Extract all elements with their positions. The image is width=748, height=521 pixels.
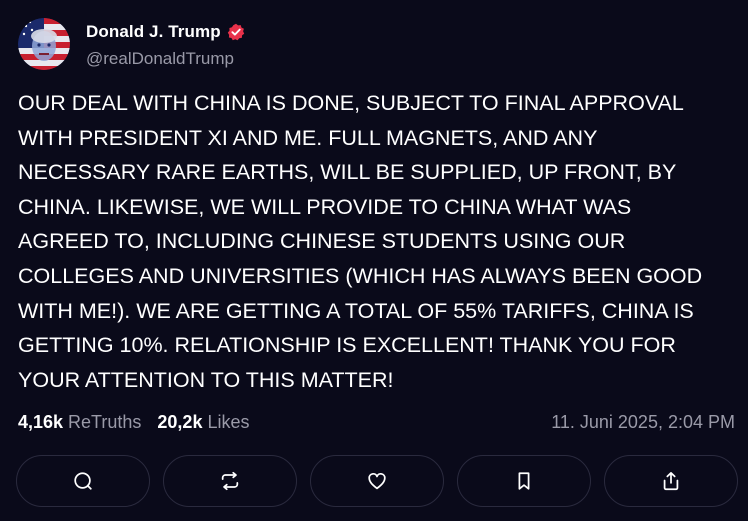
likes-label: Likes [207, 411, 250, 432]
post-meta: 4,16k ReTruths 20,2k Likes 11. Juni 2025… [18, 410, 735, 434]
post-header: Donald J. Trump @realDonaldTrump [18, 18, 245, 70]
action-bar [16, 455, 738, 511]
display-name-row: Donald J. Trump [86, 19, 245, 45]
retruths-count: 4,16k [18, 411, 64, 432]
author-names: Donald J. Trump @realDonaldTrump [86, 19, 245, 69]
verified-badge-icon [227, 23, 245, 41]
heart-icon [368, 472, 386, 490]
display-name[interactable]: Donald J. Trump [86, 22, 221, 42]
share-button[interactable] [604, 455, 738, 507]
post-timestamp: 11. Juni 2025, 2:04 PM [551, 411, 735, 432]
likes-stat[interactable]: 20,2k Likes [157, 412, 249, 433]
avatar[interactable] [18, 18, 70, 70]
retruth-button[interactable] [163, 455, 297, 507]
likes-count: 20,2k [157, 411, 203, 432]
post-text: OUR DEAL WITH CHINA IS DONE, SUBJECT TO … [18, 91, 703, 392]
avatar-image [18, 18, 70, 70]
reply-icon [74, 472, 92, 490]
retruths-label: ReTruths [68, 411, 142, 432]
truth-post: Donald J. Trump @realDonaldTrump OUR DEA… [0, 0, 748, 521]
author-handle[interactable]: @realDonaldTrump [86, 49, 245, 69]
bookmark-icon [518, 472, 530, 490]
share-icon [663, 472, 679, 491]
reply-button[interactable] [16, 455, 150, 507]
retruth-icon [221, 471, 239, 491]
bookmark-button[interactable] [457, 455, 591, 507]
like-button[interactable] [310, 455, 444, 507]
retruths-stat[interactable]: 4,16k ReTruths [18, 412, 141, 433]
